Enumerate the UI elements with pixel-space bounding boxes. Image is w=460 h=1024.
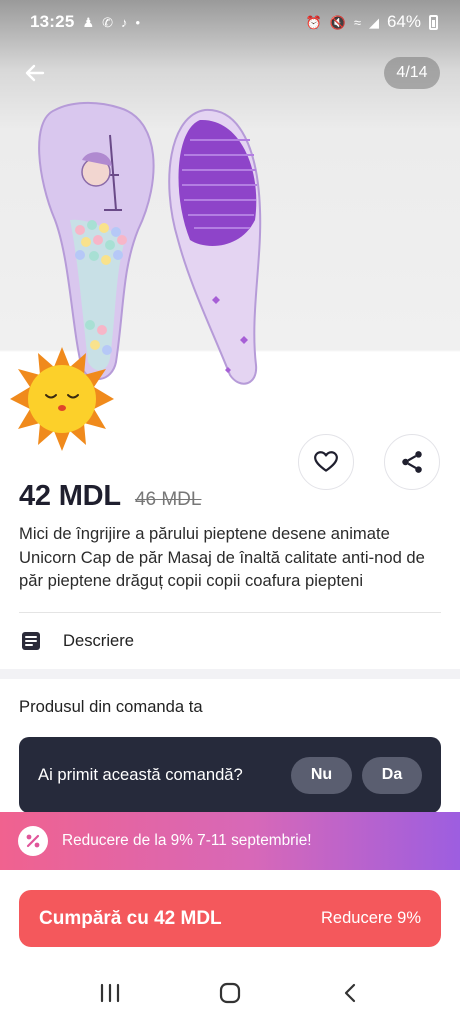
system-nav-bar [0,962,460,1024]
signal-icon: ◢ [368,14,379,30]
current-price: 42 MDL [19,480,121,512]
description-label: Descriere [63,631,135,650]
heart-icon [314,451,338,472]
buy-discount: Reducere 9% [321,909,421,927]
product-title: Mici de îngrijire a părului pieptene des… [19,524,425,590]
arrow-left-icon [25,64,45,82]
order-question: Ai primit această comandă? [38,765,243,784]
promo-banner[interactable]: Reducere de la 9% 7-11 septembrie! [0,812,460,870]
status-bar: 13:25 ♟ ✆ ♪ • ⏰ 🔇 ≈ ◢ 64% [0,0,460,44]
favorite-button[interactable] [298,434,354,490]
recent-apps-button[interactable] [80,971,140,1015]
share-button[interactable] [384,434,440,490]
battery-percent: 64% [386,12,421,31]
dot-icon: • [135,14,141,30]
order-heading: Produsul din comanda ta [19,697,203,716]
battery-icon [429,14,438,30]
document-icon [22,632,40,650]
mute-icon: 🔇 [329,14,346,30]
sun-sticker-icon[interactable] [8,345,116,453]
old-price: 46 MDL [134,489,202,510]
person-icon: ♟ [82,14,95,30]
image-counter: 4/14 [384,57,440,89]
section-separator [0,669,460,679]
chevron-left-icon [344,983,356,1003]
whatsapp-icon: ✆ [102,14,114,30]
recent-apps-icon [100,983,120,1003]
percent-icon [18,826,48,856]
home-button[interactable] [200,971,260,1015]
home-icon [219,982,241,1004]
yes-button[interactable]: Da [362,756,422,794]
order-confirmation-card: Ai primit această comandă? Nu Da [19,737,441,813]
tiktok-icon: ♪ [121,14,128,30]
buy-label: Cumpără cu 42 MDL [39,907,222,929]
back-button[interactable] [18,56,52,90]
divider [19,612,441,613]
wifi-icon: ≈ [353,14,361,30]
price-row: 42 MDL 46 MDL [19,480,201,513]
description-row[interactable]: Descriere [19,621,441,661]
promo-text: Reducere de la 9% 7-11 septembrie! [62,832,312,849]
buy-button[interactable]: Cumpără cu 42 MDL Reducere 9% [19,890,441,947]
back-nav-button[interactable] [320,971,380,1015]
status-time: 13:25 [30,12,75,31]
share-icon [402,451,422,473]
no-button[interactable]: Nu [291,756,352,794]
alarm-icon: ⏰ [305,14,322,30]
